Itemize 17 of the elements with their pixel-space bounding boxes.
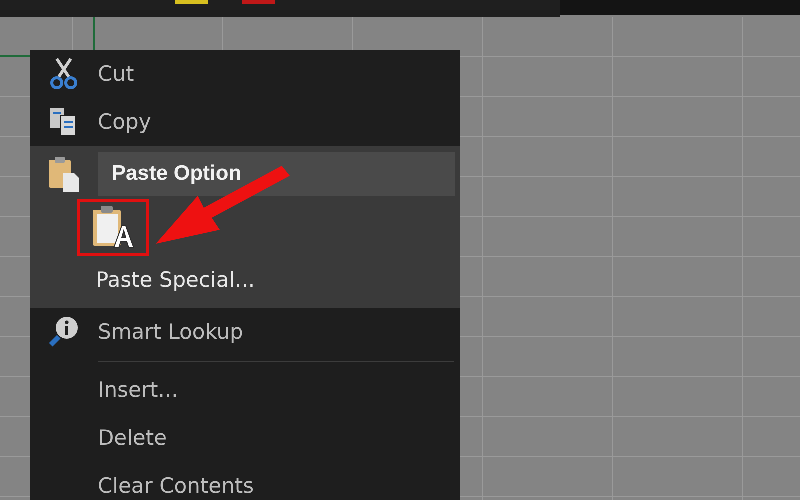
menu-item-label: Paste Special... <box>96 268 256 292</box>
menu-item-label: Clear Contents <box>98 474 254 498</box>
menu-item-label: Cut <box>98 62 134 86</box>
menu-item-label: Copy <box>98 110 152 134</box>
menu-item-label: Smart Lookup <box>98 320 244 344</box>
menu-item[interactable]: Delete <box>30 414 460 462</box>
search-icon <box>47 315 81 350</box>
menu-item[interactable]: Insert... <box>30 366 460 414</box>
scissors-icon <box>49 57 79 92</box>
menu-item-label: Delete <box>98 426 167 450</box>
menu-item[interactable]: Smart Lookup <box>30 308 460 357</box>
menu-item[interactable]: Clear Contents <box>30 462 460 500</box>
paste-options-header: Paste Option <box>98 152 455 196</box>
menu-item[interactable]: Cut <box>30 50 460 98</box>
menu-item-label: Insert... <box>98 378 178 402</box>
clipboard-icon <box>47 155 81 194</box>
menu-item[interactable]: Copy <box>30 98 460 146</box>
